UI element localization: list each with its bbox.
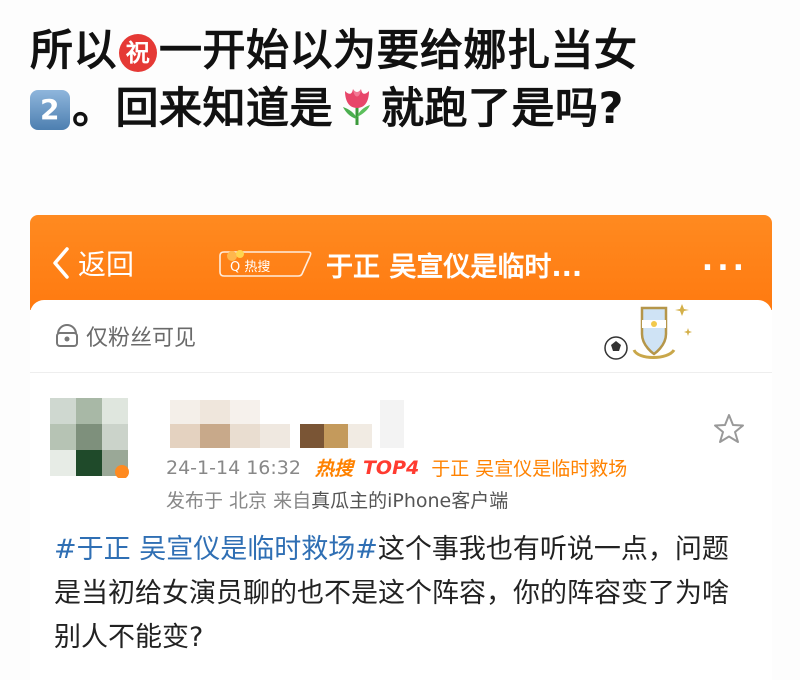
visibility-row: 仅粉丝可见 xyxy=(54,320,196,352)
post-timestamp: 24-1-14 16:32 xyxy=(166,456,301,479)
football-badge-icon xyxy=(592,298,702,368)
nav-title: 于正 吴宣仪是临时... xyxy=(326,252,583,283)
fans-only-lock-icon xyxy=(56,323,78,347)
top-rank-tag: TOP4 xyxy=(362,456,420,479)
post-client: 真瓜主的iPhone客户端 xyxy=(311,490,509,512)
hot-topic-link[interactable]: 于正 吴宣仪是临时救场 xyxy=(431,454,627,481)
hashtag-link[interactable]: #于正 吴宣仪是临时救场# xyxy=(54,534,378,565)
headline-text-2: 一开始以为要给娜扎当女 xyxy=(159,26,638,76)
username-blurred[interactable] xyxy=(170,400,410,448)
hot-search-tag[interactable]: 热搜 xyxy=(315,454,353,481)
headline-text-4: 就跑了是吗? xyxy=(381,84,624,134)
hot-badge-text: Q 热搜 xyxy=(230,260,270,275)
favorite-star-icon[interactable] xyxy=(712,412,746,446)
keycap-two-emoji-icon: 2 xyxy=(30,90,70,130)
headline-text-1: 所以 xyxy=(30,26,117,76)
back-button[interactable]: 返回 xyxy=(50,243,134,283)
tulip-emoji-icon xyxy=(335,83,379,127)
celebrate-emoji-icon: 祝 xyxy=(119,34,157,72)
headline-text-3: 。回来知道是 xyxy=(72,84,333,134)
post-source-line: 发布于 北京 来自真瓜主的iPhone客户端 xyxy=(166,486,508,513)
top-navbar: 返回 Q 热搜 于正 吴宣仪是临时... ... xyxy=(30,215,772,310)
weibo-screenshot: 返回 Q 热搜 于正 吴宣仪是临时... ... 仅粉丝可见 24-1-14 1… xyxy=(30,215,772,680)
hot-search-badge: Q 热搜 xyxy=(218,248,314,278)
visibility-label: 仅粉丝可见 xyxy=(86,326,197,351)
post-body: #于正 吴宣仪是临时救场#这个事我也有听说一点，问题是当初给女演员聊的也不是这个… xyxy=(54,528,754,660)
avatar[interactable] xyxy=(50,398,130,478)
post-meta-line: 24-1-14 16:32 热搜 TOP4 于正 吴宣仪是临时救场 xyxy=(166,454,627,481)
post-location: 发布于 北京 来自 xyxy=(166,490,312,512)
back-label: 返回 xyxy=(78,248,135,281)
divider xyxy=(30,372,772,373)
more-options-button[interactable]: ... xyxy=(702,243,748,278)
post-panel: 仅粉丝可见 24-1-14 16:32 热搜 TOP4 于正 吴宣仪是临时救场 … xyxy=(30,300,772,680)
chevron-left-icon xyxy=(53,247,69,279)
post-headline: 所以祝一开始以为要给娜扎当女 2 。回来知道是 就跑了是吗? xyxy=(30,22,780,138)
